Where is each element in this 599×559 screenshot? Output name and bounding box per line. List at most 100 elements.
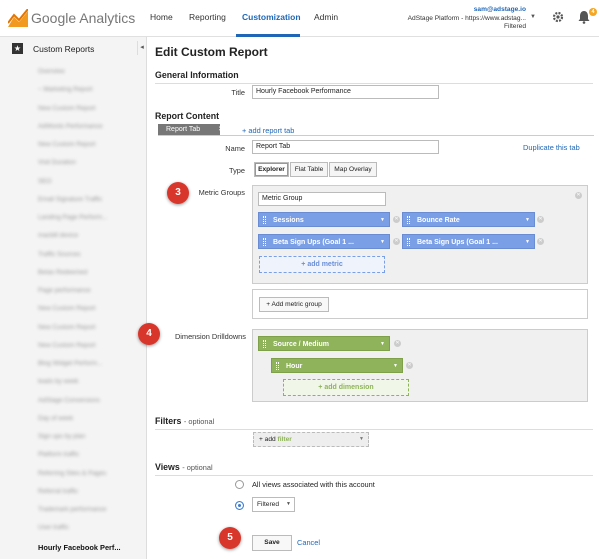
views-title: Views — [155, 462, 180, 472]
remove-dimension-icon[interactable]: ✕ — [394, 340, 401, 347]
sidebar-item[interactable]: Hourly Facebook Perf... — [38, 543, 121, 552]
save-button[interactable]: Save — [252, 535, 292, 551]
nav-reporting[interactable]: Reporting — [189, 12, 226, 22]
sidebar-item[interactable]: Betas Redeemed — [38, 269, 87, 276]
sidebar-item[interactable]: Referring Sites & Pages — [38, 470, 106, 477]
chevron-down-icon[interactable]: ▼ — [530, 14, 536, 20]
view-selected-radio[interactable] — [235, 501, 244, 510]
gear-icon[interactable] — [552, 11, 564, 25]
collapse-sidebar-icon[interactable]: ◂ — [137, 41, 146, 55]
account-property: AdStage Platform - https://www.adstag... — [407, 14, 526, 22]
close-icon[interactable]: ✕ — [218, 124, 229, 135]
add-metric-button[interactable]: + add metric — [259, 256, 385, 273]
remove-metric-group-icon[interactable]: ✕ — [575, 192, 582, 199]
star-icon: ★ — [12, 43, 23, 54]
dimension-chip-hour[interactable]: Hour ▼ — [271, 358, 403, 373]
chevron-down-icon: ▼ — [286, 501, 291, 507]
chevron-down-icon[interactable]: ▼ — [380, 235, 385, 250]
duplicate-tab-link[interactable]: Duplicate this tab — [523, 143, 580, 152]
sidebar-item[interactable]: Blog Widget Perform... — [38, 360, 102, 367]
remove-metric-icon[interactable]: ✕ — [537, 238, 544, 245]
dimension-chip-source-medium[interactable]: Source / Medium ▼ — [258, 336, 390, 351]
add-filter-prefix: + add — [259, 436, 276, 443]
add-metric-group-button[interactable]: + Add metric group — [259, 297, 329, 312]
chevron-down-icon[interactable]: ▼ — [380, 213, 385, 228]
chevron-down-icon[interactable]: ▼ — [525, 235, 530, 250]
sidebar-item[interactable]: Traffic Sources — [38, 251, 81, 258]
report-content-heading: Report Content — [155, 111, 220, 121]
metric-chip-beta-sign-ups[interactable]: Beta Sign Ups (Goal 1 ... ▼ — [258, 234, 390, 249]
chevron-down-icon[interactable]: ▼ — [380, 337, 385, 352]
drag-handle-icon[interactable] — [276, 362, 279, 370]
sidebar-item[interactable]: Email Signature Traffic — [38, 196, 102, 203]
metric-chip-sessions[interactable]: Sessions ▼ — [258, 212, 390, 227]
top-bar: Google Analytics Home Reporting Customiz… — [0, 0, 599, 37]
add-report-tab-link[interactable]: + add report tab — [242, 126, 294, 135]
view-select[interactable]: Filtered ▼ — [252, 497, 295, 512]
page-title: Edit Custom Report — [155, 45, 268, 59]
account-email: sam@adstage.io — [473, 6, 526, 13]
sidebar-item[interactable]: Page performance — [38, 287, 91, 294]
sidebar-item[interactable]: New Custom Report — [38, 305, 96, 312]
drag-handle-icon[interactable] — [263, 238, 266, 246]
sidebar-item[interactable]: User traffic — [38, 524, 69, 531]
sidebar-item[interactable]: Overview — [38, 68, 65, 75]
dimension-drilldowns-label: Dimension Drilldowns — [174, 332, 246, 341]
nav-admin[interactable]: Admin — [314, 12, 338, 22]
google-analytics-logo[interactable]: Google Analytics — [7, 8, 135, 27]
notification-badge: 4 — [589, 8, 597, 16]
sidebar-item[interactable]: leads by week — [38, 378, 79, 385]
view-all-radio[interactable] — [235, 480, 244, 489]
divider — [155, 475, 593, 476]
chevron-down-icon[interactable]: ▼ — [525, 213, 530, 228]
view-all-label: All views associated with this account — [252, 480, 375, 489]
add-filter-button[interactable]: + add filter ▼ — [253, 432, 369, 447]
sidebar-item[interactable]: New Custom Report — [38, 105, 96, 112]
sidebar-header[interactable]: ★ Custom Reports — [12, 43, 94, 54]
report-tab[interactable]: Report Tab ✕ — [158, 124, 224, 135]
title-input[interactable]: Hourly Facebook Performance — [252, 85, 439, 99]
account-switcher[interactable]: sam@adstage.io AdStage Platform - https:… — [402, 6, 526, 32]
drag-handle-icon[interactable] — [407, 238, 410, 246]
sidebar-item[interactable]: New Custom Report — [38, 141, 96, 148]
remove-metric-icon[interactable]: ✕ — [393, 216, 400, 223]
sidebar-item[interactable]: Visit Duration — [38, 159, 76, 166]
sidebar-item[interactable]: New Custom Report — [38, 324, 96, 331]
type-flat-table-button[interactable]: Flat Table — [290, 162, 328, 177]
sidebar-item[interactable]: Referral traffic — [38, 488, 78, 495]
sidebar-item[interactable]: ~ Marketing Report — [38, 86, 93, 93]
divider — [155, 429, 593, 430]
drag-handle-icon[interactable] — [263, 340, 266, 348]
drag-handle-icon[interactable] — [407, 216, 410, 224]
nav-customization[interactable]: Customization — [242, 12, 301, 22]
tab-name-input[interactable]: Report Tab — [252, 140, 439, 154]
remove-metric-icon[interactable]: ✕ — [537, 216, 544, 223]
metric-group-name-input[interactable]: Metric Group — [258, 192, 386, 206]
sidebar-item[interactable]: AdStage Conversions — [38, 397, 100, 404]
type-explorer-button[interactable]: Explorer — [254, 162, 289, 177]
nav-home[interactable]: Home — [150, 12, 173, 22]
metric-groups-label: Metric Groups — [198, 188, 245, 197]
views-heading: Views - optional — [155, 462, 213, 472]
metric-chip-bounce-rate[interactable]: Bounce Rate ▼ — [402, 212, 535, 227]
cancel-link[interactable]: Cancel — [297, 538, 320, 547]
sidebar-item[interactable]: Trademark performance — [38, 506, 106, 513]
drag-handle-icon[interactable] — [263, 216, 266, 224]
sidebar-item[interactable]: New Custom Report — [38, 342, 96, 349]
remove-dimension-icon[interactable]: ✕ — [406, 362, 413, 369]
sidebar-item[interactable]: Sign ups by plan — [38, 433, 85, 440]
report-tab-label: Report Tab — [166, 126, 201, 133]
sidebar-item[interactable]: SEO — [38, 178, 52, 185]
sidebar-item[interactable]: Platform traffic — [38, 451, 79, 458]
type-map-overlay-button[interactable]: Map Overlay — [329, 162, 377, 177]
name-label: Name — [225, 144, 245, 153]
remove-metric-icon[interactable]: ✕ — [393, 238, 400, 245]
sidebar-item[interactable]: Day of week — [38, 415, 73, 422]
chevron-down-icon[interactable]: ▼ — [393, 359, 398, 374]
add-dimension-button[interactable]: + add dimension — [283, 379, 409, 396]
sidebar-item[interactable]: macbill device — [38, 232, 78, 239]
metric-chip-beta-sign-ups-2[interactable]: Beta Sign Ups (Goal 1 ... ▼ — [402, 234, 535, 249]
sidebar-item[interactable]: Landing Page Perform... — [38, 214, 107, 221]
sidebar-item[interactable]: AdWords Performance — [38, 123, 103, 130]
view-select-value: Filtered — [257, 501, 279, 508]
